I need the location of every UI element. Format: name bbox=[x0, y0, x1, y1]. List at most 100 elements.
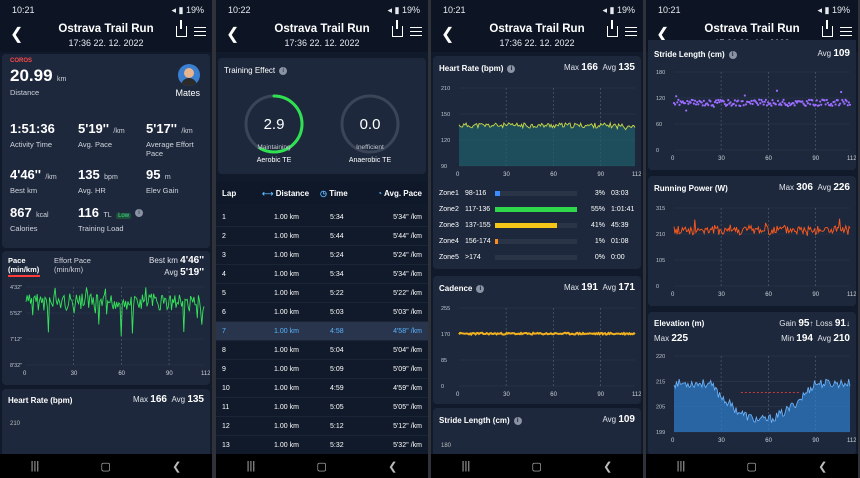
stride-point bbox=[845, 100, 848, 103]
x-tick-label: 0 bbox=[456, 172, 460, 178]
lap-row[interactable]: 4 1.00 km 5:34 5'34'' /km bbox=[216, 265, 428, 284]
share-icon[interactable] bbox=[392, 20, 403, 37]
lap-row[interactable]: 13 1.00 km 5:32 5'32'' /km bbox=[216, 436, 428, 455]
share-icon[interactable] bbox=[822, 20, 833, 37]
lap-row[interactable]: 1 1.00 km 5:34 5'34'' /km bbox=[216, 208, 428, 227]
lap-time: 5:12 bbox=[330, 422, 344, 430]
nav-back-icon[interactable]: ❮ bbox=[388, 460, 397, 473]
zone-bar-track bbox=[495, 254, 577, 260]
lap-row[interactable]: 2 1.00 km 5:44 5'44'' /km bbox=[216, 227, 428, 246]
menu-icon[interactable] bbox=[194, 27, 206, 36]
lap-row[interactable]: 5 1.00 km 5:22 5'22'' /km bbox=[216, 284, 428, 303]
col-distance[interactable]: ⟷ Distance bbox=[262, 189, 309, 198]
stride-point bbox=[847, 101, 850, 104]
share-icon[interactable] bbox=[607, 20, 618, 37]
recent-apps-icon[interactable]: ||| bbox=[31, 460, 40, 472]
info-icon[interactable]: i bbox=[728, 50, 737, 59]
home-icon[interactable]: ▢ bbox=[531, 460, 541, 473]
info-icon[interactable]: i bbox=[135, 208, 144, 217]
lap-row[interactable]: 10 1.00 km 4:59 4'59'' /km bbox=[216, 379, 428, 398]
y-tick-label: 180 bbox=[656, 70, 665, 76]
avatar[interactable] bbox=[178, 64, 200, 86]
share-icon[interactable] bbox=[176, 20, 187, 37]
info-icon[interactable]: i bbox=[279, 66, 288, 75]
nav-back-icon[interactable]: ❮ bbox=[603, 460, 612, 473]
lap-row[interactable]: 12 1.00 km 5:12 5'12'' /km bbox=[216, 417, 428, 436]
zone-range: 156-174 bbox=[465, 237, 491, 245]
x-tick-label: 112 bbox=[847, 156, 856, 162]
info-icon[interactable]: i bbox=[513, 416, 522, 425]
stride-point bbox=[727, 98, 730, 102]
anaerobic-value: 0.0 bbox=[359, 116, 381, 133]
y-tick-label: 120 bbox=[656, 96, 665, 102]
app-header: ❮ Ostrava Trail Run 17:36 22. 12. 2022 bbox=[0, 20, 212, 52]
x-tick-label: 90 bbox=[812, 156, 819, 162]
lap-row[interactable]: 7 1.00 km 4:58 4'58'' /km bbox=[216, 322, 428, 341]
x-tick-label: 90 bbox=[812, 292, 819, 298]
stat-unit: kcal bbox=[36, 212, 49, 219]
lap-pace: 5'24'' /km bbox=[393, 251, 422, 259]
clock-icon: ◷ bbox=[320, 188, 330, 198]
stride-point bbox=[780, 103, 783, 107]
home-icon[interactable]: ▢ bbox=[316, 460, 326, 473]
stride-point bbox=[744, 103, 748, 106]
col-avg-pace[interactable]: ◔ Avg. Pace bbox=[377, 189, 422, 198]
pace-chart[interactable]: 4'32'' 5'52'' 7'12'' 8'32''0 30 60 90 112 bbox=[2, 281, 210, 381]
lap-distance: 1.00 km bbox=[274, 365, 299, 373]
info-icon[interactable]: i bbox=[476, 284, 485, 293]
stride-point bbox=[793, 104, 796, 107]
info-icon[interactable]: i bbox=[507, 64, 516, 73]
recent-apps-icon[interactable]: ||| bbox=[247, 460, 256, 472]
stat-item: 95 m Elev Gain bbox=[146, 166, 212, 195]
menu-icon[interactable] bbox=[840, 27, 852, 36]
recent-apps-icon[interactable]: ||| bbox=[677, 460, 686, 472]
stride-point bbox=[686, 99, 689, 103]
y-tick-label: 210 bbox=[441, 86, 450, 92]
stride-point bbox=[729, 101, 732, 104]
lap-row[interactable]: 9 1.00 km 5:09 5'09'' /km bbox=[216, 360, 428, 379]
nav-back-icon[interactable]: ❮ bbox=[172, 460, 181, 473]
hr-chart[interactable]: 210 150 120 90 0 30 60 90 112 bbox=[433, 82, 641, 182]
elevation-chart[interactable]: 220 215 205 199 0 30 60 90 112 bbox=[648, 350, 856, 450]
menu-icon[interactable] bbox=[410, 27, 422, 36]
lap-distance: 1.00 km bbox=[274, 403, 299, 411]
zone-bar bbox=[495, 206, 577, 212]
hr-zone-row: Zone3 137-155 41% 45:39 bbox=[439, 218, 635, 232]
stride-point bbox=[722, 100, 725, 103]
home-icon[interactable]: ▢ bbox=[100, 460, 110, 473]
cadence-chart[interactable]: 255 170 85 0 0 30 60 90 112 bbox=[433, 302, 641, 402]
recent-apps-icon[interactable]: ||| bbox=[462, 460, 471, 472]
lap-row[interactable]: 11 1.00 km 5:05 5'05'' /km bbox=[216, 398, 428, 417]
hr-max-avg: Max 166 Avg 135 bbox=[563, 62, 635, 73]
lap-row[interactable]: 3 1.00 km 5:24 5'24'' /km bbox=[216, 246, 428, 265]
tab-pace[interactable]: Pace (min/km) bbox=[8, 256, 40, 277]
stat-value: 4'46'' bbox=[10, 167, 41, 182]
tab-effort-pace[interactable]: Effort Pace (min/km) bbox=[54, 256, 91, 274]
stride-point bbox=[769, 102, 772, 105]
lap-row[interactable]: 6 1.00 km 5:03 5'03'' /km bbox=[216, 303, 428, 322]
zone-range: >174 bbox=[465, 253, 481, 261]
power-chart[interactable]: 315 210 105 0 0 30 60 90 112 bbox=[648, 202, 856, 302]
y-tick-label: 0 bbox=[656, 284, 659, 290]
stride-point bbox=[782, 98, 785, 101]
col-time[interactable]: ◷ Time bbox=[320, 189, 348, 198]
distance-value: 20.99 bbox=[10, 66, 53, 85]
zone-range: 117-136 bbox=[465, 205, 491, 213]
stride-point bbox=[697, 103, 700, 106]
menu-icon[interactable] bbox=[625, 27, 637, 36]
x-tick-label: 112 bbox=[847, 292, 856, 298]
zone-name: Zone3 bbox=[439, 221, 459, 229]
stride-chart[interactable]: 180 120 60 0 0 30 60 90 112 bbox=[648, 66, 856, 166]
col-lap[interactable]: Lap bbox=[222, 189, 236, 198]
stride-point bbox=[830, 102, 833, 106]
lap-distance: 1.00 km bbox=[274, 346, 299, 354]
hr-max-avg: Max 166 Avg 135 bbox=[132, 394, 204, 405]
nav-back-icon[interactable]: ❮ bbox=[818, 460, 827, 473]
lap-time: 5:34 bbox=[330, 270, 344, 278]
lap-row[interactable]: 8 1.00 km 5:04 5'04'' /km bbox=[216, 341, 428, 360]
stride-point bbox=[831, 104, 834, 107]
zone-name: Zone1 bbox=[439, 189, 459, 197]
x-tick-label: 60 bbox=[550, 172, 557, 178]
zone-name: Zone5 bbox=[439, 253, 459, 261]
home-icon[interactable]: ▢ bbox=[746, 460, 756, 473]
